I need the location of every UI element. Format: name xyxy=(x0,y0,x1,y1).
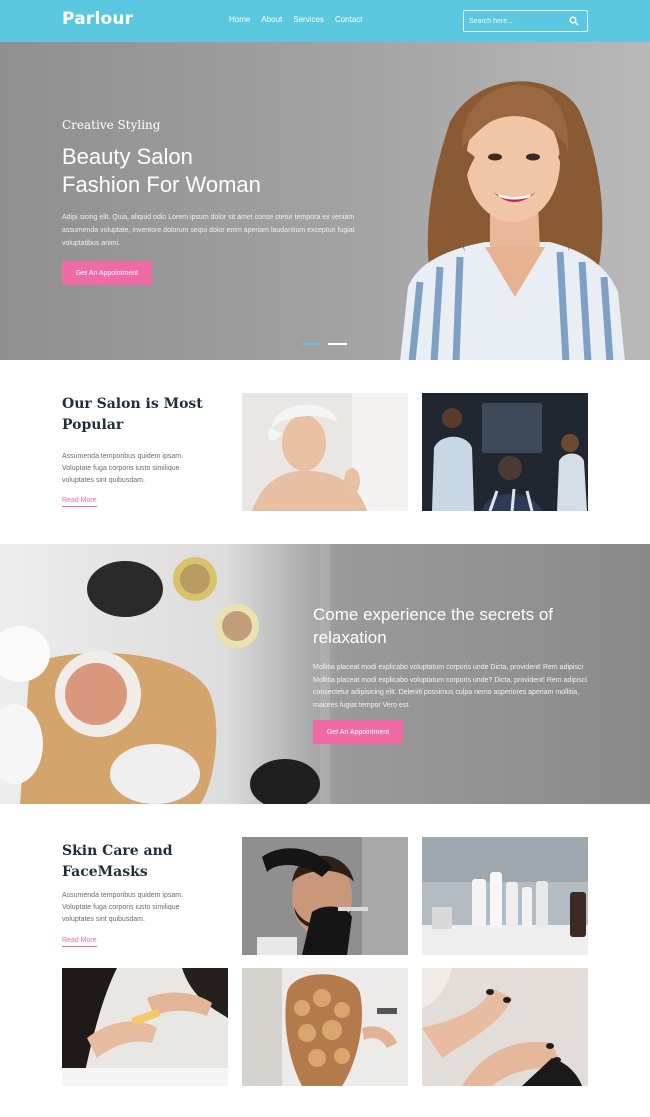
relaxation-title: Come experience the secrets of relaxatio… xyxy=(313,605,554,647)
nav-link-services[interactable]: Services xyxy=(293,15,324,24)
hero-title: Beauty Salon Fashion For Woman xyxy=(62,143,352,199)
about-read-more-link[interactable]: Read More xyxy=(62,497,97,507)
nail-polish-photo xyxy=(422,968,588,1086)
salon-towel-photo xyxy=(242,393,408,511)
hero-description: Adipi sicing elit. Quia, aliquid odio Lo… xyxy=(62,214,355,247)
skin-care-title: Skin Care and FaceMasks xyxy=(62,843,173,880)
hero-title-line-2: Fashion For Woman xyxy=(62,172,261,197)
skin-care-text: Assumenda temporibus quidem ipsam. Volup… xyxy=(62,892,184,923)
brand-logo[interactable]: Parlour xyxy=(62,9,133,29)
nav-link-about[interactable]: About xyxy=(261,15,282,24)
spa-products-image xyxy=(0,544,330,804)
hero-title-line-1: Beauty Salon xyxy=(62,144,193,169)
nav-link-home[interactable]: Home xyxy=(229,15,250,24)
nav-menu: Home About Services Contact xyxy=(229,15,363,24)
slider-dots xyxy=(302,343,347,345)
barber-shop-photo xyxy=(422,393,588,511)
cosmetic-bottles-photo xyxy=(422,837,588,955)
slider-dot-2[interactable] xyxy=(328,343,347,345)
relaxation-appointment-button[interactable]: Get An Appointment xyxy=(313,720,403,744)
slider-dot-1[interactable] xyxy=(302,343,321,345)
hero-slider: Creative Styling Beauty Salon Fashion Fo… xyxy=(0,42,650,360)
about-title: Our Salon is Most Popular xyxy=(62,396,203,433)
nav-link-contact[interactable]: Contact xyxy=(335,15,363,24)
relaxation-banner: Come experience the secrets of relaxatio… xyxy=(0,544,650,804)
navbar: Parlour Home About Services Contact xyxy=(0,0,650,42)
manicure-photo xyxy=(62,968,228,1086)
hero-model-image xyxy=(400,81,625,360)
search-input[interactable] xyxy=(464,11,568,31)
search-icon[interactable] xyxy=(569,16,579,26)
curled-hair-photo xyxy=(242,968,408,1086)
relaxation-text: Mollitia placeat modi explicabo voluptat… xyxy=(313,664,587,709)
hero-appointment-button[interactable]: Get An Appointment xyxy=(62,261,152,285)
hero-eyebrow: Creative Styling xyxy=(62,118,161,132)
search-box xyxy=(463,10,588,32)
beard-trim-photo xyxy=(242,837,408,955)
skin-care-read-more-link[interactable]: Read More xyxy=(62,937,97,947)
about-text: Assumenda temporibus quidem ipsam. Volup… xyxy=(62,453,184,484)
